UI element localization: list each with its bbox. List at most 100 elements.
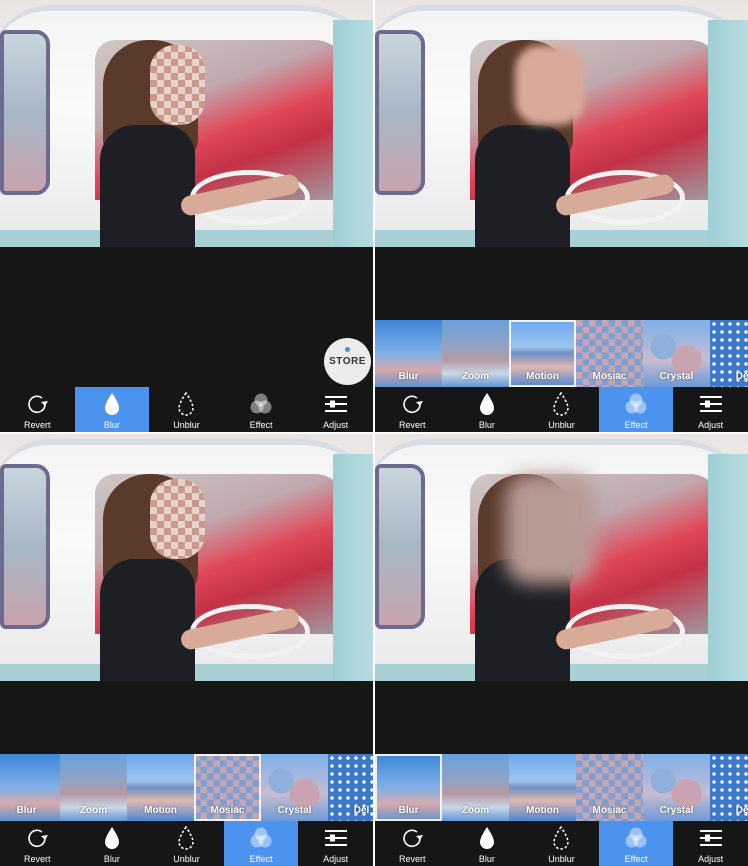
- dashed-drop-icon: [177, 825, 195, 851]
- effect-tile-motion[interactable]: Motion: [509, 754, 576, 821]
- effect-tile-zoom[interactable]: Zoom: [60, 754, 127, 821]
- notification-dot: [345, 347, 350, 352]
- effect-tile-zoom[interactable]: Zoom: [442, 754, 509, 821]
- tool-blur[interactable]: Blur: [450, 387, 525, 432]
- effect-label: Mosiac: [592, 371, 627, 382]
- blurred-face: [505, 474, 595, 584]
- tool-label: Effect: [624, 420, 648, 430]
- effect-label: Crystal: [659, 371, 694, 382]
- effect-label: Del: [735, 371, 748, 382]
- effect-tile-mosiac[interactable]: Mosiac: [194, 754, 261, 821]
- store-button[interactable]: STORE: [324, 338, 371, 385]
- effect-label: Crystal: [277, 805, 312, 816]
- effect-tile-crystal[interactable]: Crystal: [643, 320, 710, 387]
- tool-label: Revert: [399, 420, 426, 430]
- tool-label: Blur: [103, 420, 120, 430]
- revert-icon: [26, 825, 49, 851]
- effect-tile-del[interactable]: Del: [710, 754, 748, 821]
- bottom-toolbar: Revert Blur Unblur Effect Adjust: [375, 821, 748, 866]
- tool-label: Unblur: [173, 854, 200, 864]
- effect-label: Motion: [144, 805, 177, 816]
- effect-tile-motion[interactable]: Motion: [127, 754, 194, 821]
- effect-tile-blur[interactable]: Blur: [375, 754, 442, 821]
- effects-strip[interactable]: Blur Zoom Motion Mosiac Crystal Del: [375, 754, 748, 821]
- app-screen-4: Blur Zoom Motion Mosiac Crystal Del Revert Blur…: [375, 434, 748, 866]
- drop-icon: [103, 825, 121, 851]
- bottom-toolbar: Revert Blur Unblur Effect Adjust: [375, 387, 748, 432]
- tool-label: Unblur: [173, 420, 200, 430]
- effect-tile-crystal[interactable]: Crystal: [261, 754, 328, 821]
- tool-label: Adjust: [698, 420, 724, 430]
- sliders-icon: [699, 391, 723, 417]
- tool-effect[interactable]: Effect: [224, 387, 299, 432]
- drop-icon: [103, 391, 121, 417]
- effect-label: Mosiac: [592, 805, 627, 816]
- blurred-face: [515, 45, 585, 125]
- effects-strip[interactable]: Blur Zoom Motion Mosiac Crystal Del: [375, 320, 748, 387]
- effect-label: Del: [353, 805, 370, 816]
- tool-adjust[interactable]: Adjust: [673, 821, 748, 866]
- effect-label: Mosiac: [210, 805, 245, 816]
- revert-icon: [401, 825, 424, 851]
- photo-canvas[interactable]: [0, 0, 373, 247]
- tool-label: Revert: [24, 854, 51, 864]
- tool-label: Revert: [24, 420, 51, 430]
- tool-adjust[interactable]: Adjust: [298, 387, 373, 432]
- app-screen-1: STORE Revert Blur Unblur Effect Adjust: [0, 0, 373, 432]
- bottom-toolbar: Revert Blur Unblur Effect Adjust: [0, 821, 373, 866]
- effect-label: Zoom: [79, 805, 108, 816]
- effect-label: Del: [735, 805, 748, 816]
- dashed-drop-icon: [177, 391, 195, 417]
- tool-label: Revert: [399, 854, 426, 864]
- effect-tile-del[interactable]: Del: [710, 320, 748, 387]
- tool-revert[interactable]: Revert: [375, 821, 450, 866]
- tool-adjust[interactable]: Adjust: [673, 387, 748, 432]
- dashed-drop-icon: [552, 825, 570, 851]
- dashed-drop-icon: [552, 391, 570, 417]
- app-screen-2: Blur Zoom Motion Mosiac Crystal Del Revert Blur…: [375, 0, 748, 432]
- tool-adjust[interactable]: Adjust: [298, 821, 373, 866]
- tool-unblur[interactable]: Unblur: [524, 387, 599, 432]
- effect-circles-icon: [248, 391, 274, 417]
- tool-effect[interactable]: Effect: [598, 387, 674, 432]
- photo-canvas[interactable]: [375, 0, 748, 247]
- bottom-toolbar: Revert Blur Unblur Effect Adjust: [0, 387, 373, 432]
- tool-label: Effect: [249, 420, 273, 430]
- tool-label: Effect: [249, 854, 273, 864]
- tool-revert[interactable]: Revert: [0, 387, 75, 432]
- drop-icon: [478, 391, 496, 417]
- effect-tile-zoom[interactable]: Zoom: [442, 320, 509, 387]
- effect-tile-del[interactable]: Del: [328, 754, 373, 821]
- tool-label: Adjust: [698, 854, 724, 864]
- effect-label: Blur: [398, 805, 419, 816]
- effect-tile-mosiac[interactable]: Mosiac: [576, 320, 643, 387]
- blurred-face: [150, 45, 205, 125]
- tool-unblur[interactable]: Unblur: [149, 821, 224, 866]
- effect-tile-blur[interactable]: Blur: [375, 320, 442, 387]
- photo-canvas[interactable]: [0, 434, 373, 681]
- tool-label: Unblur: [548, 420, 575, 430]
- effect-tile-mosiac[interactable]: Mosiac: [576, 754, 643, 821]
- drop-icon: [478, 825, 496, 851]
- tool-unblur[interactable]: Unblur: [149, 387, 224, 432]
- effect-label: Motion: [526, 371, 559, 382]
- effect-tile-crystal[interactable]: Crystal: [643, 754, 710, 821]
- effect-tile-blur[interactable]: Blur: [0, 754, 60, 821]
- effect-circles-icon: [623, 825, 649, 851]
- tool-blur[interactable]: Blur: [75, 821, 150, 866]
- tool-unblur[interactable]: Unblur: [524, 821, 599, 866]
- tool-blur[interactable]: Blur: [450, 821, 525, 866]
- tool-label: Adjust: [323, 854, 349, 864]
- tool-effect[interactable]: Effect: [598, 821, 674, 866]
- effects-strip[interactable]: Blur Zoom Motion Mosiac Crystal Del: [0, 754, 373, 821]
- photo-canvas[interactable]: [375, 434, 748, 681]
- effect-tile-motion[interactable]: Motion: [509, 320, 576, 387]
- store-label: STORE: [329, 356, 366, 367]
- tool-effect[interactable]: Effect: [223, 821, 299, 866]
- tool-blur[interactable]: Blur: [74, 387, 150, 432]
- tool-revert[interactable]: Revert: [0, 821, 75, 866]
- sliders-icon: [699, 825, 723, 851]
- tool-revert[interactable]: Revert: [375, 387, 450, 432]
- tool-label: Unblur: [548, 854, 575, 864]
- app-screen-3: Blur Zoom Motion Mosiac Crystal Del Revert Blur…: [0, 434, 373, 866]
